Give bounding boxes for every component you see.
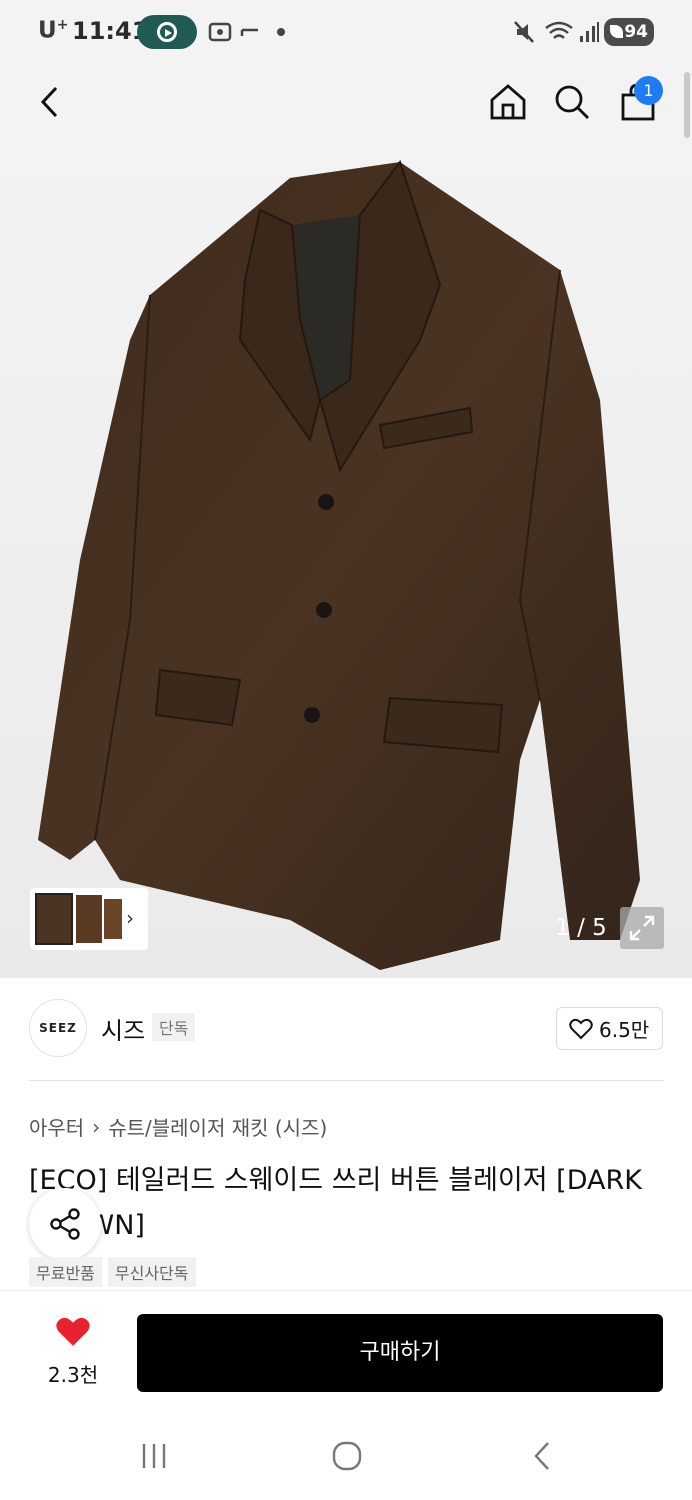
- thumbnail-image[interactable]: [35, 893, 73, 945]
- product-image-gallery[interactable]: › 1 / 5: [0, 140, 692, 978]
- image-page-counter: 1 / 5: [555, 915, 607, 941]
- heart-filled-icon: [56, 1317, 90, 1346]
- mute-icon: [514, 21, 534, 43]
- media-playing-icon: [137, 15, 197, 49]
- back-button[interactable]: [22, 64, 78, 140]
- brand-logo[interactable]: SEEZ: [29, 999, 87, 1057]
- brand-row: SEEZ 시즈 단독 6.5만: [0, 998, 692, 1058]
- breadcrumb-subcategory[interactable]: 슈트/블레이저 재킷 (시즈): [108, 1112, 327, 1141]
- chevron-right-icon[interactable]: ›: [126, 906, 134, 930]
- scrollbar[interactable]: [684, 72, 690, 138]
- search-icon: [555, 85, 589, 119]
- share-icon: [50, 1208, 80, 1240]
- chevron-left-icon: [40, 86, 58, 118]
- status-bar: U+ 11:41 94: [0, 0, 692, 64]
- bottom-action-bar: 2.3천 구매하기: [0, 1290, 692, 1406]
- product-tags: 무료반품 무신사단독: [29, 1257, 196, 1287]
- tag-free-return: 무료반품: [29, 1257, 102, 1287]
- share-button[interactable]: [29, 1188, 101, 1260]
- home-circle-icon: [332, 1441, 362, 1471]
- brand-name[interactable]: 시즈: [101, 1011, 145, 1046]
- chevron-right-icon: ›: [92, 1114, 101, 1139]
- thumbnail-image[interactable]: [76, 895, 102, 943]
- thumbnail-strip[interactable]: ›: [30, 888, 148, 950]
- battery-saver-icon: [610, 25, 623, 38]
- breadcrumb-category[interactable]: 아우터: [29, 1112, 84, 1141]
- brand-like-count: 6.5만: [599, 1018, 650, 1042]
- recent-apps-icon: [142, 1444, 166, 1468]
- brand-like-button[interactable]: 6.5만: [556, 1007, 663, 1050]
- home-nav-button[interactable]: [317, 1436, 377, 1476]
- wifi-icon: [545, 21, 573, 39]
- product-title: [ECO] 테일러드 스웨이드 쓰리 버튼 블레이저 [DARK BROWN]: [29, 1165, 642, 1241]
- cart-count-badge: 1: [634, 76, 663, 105]
- product-image: [38, 159, 640, 970]
- chevron-left-icon: [534, 1442, 549, 1470]
- system-nav-bar: [0, 1406, 692, 1500]
- home-icon: [490, 84, 526, 120]
- wishlist-button[interactable]: 2.3천: [28, 1315, 118, 1387]
- back-nav-button[interactable]: [512, 1436, 572, 1476]
- heart-outline-icon: [569, 1018, 593, 1039]
- cast-icon: [240, 28, 258, 36]
- thumbnail-image[interactable]: [104, 899, 122, 939]
- battery-indicator: 94: [604, 18, 654, 46]
- buy-button[interactable]: 구매하기: [137, 1314, 663, 1392]
- cart-button[interactable]: [610, 64, 666, 140]
- recent-apps-button[interactable]: [124, 1436, 184, 1476]
- search-button[interactable]: [544, 64, 600, 140]
- carrier-label: U+: [38, 17, 69, 44]
- tag-exclusive: 무신사단독: [107, 1257, 196, 1287]
- screenshot-icon: [208, 22, 232, 42]
- expand-image-button[interactable]: [620, 907, 664, 949]
- app-header: [0, 64, 692, 140]
- home-button[interactable]: [480, 64, 536, 140]
- expand-icon: [629, 915, 655, 941]
- breadcrumb: 아우터 › 슈트/블레이저 재킷 (시즈): [29, 1112, 327, 1141]
- signal-icon: [580, 22, 599, 42]
- divider: [29, 1080, 664, 1081]
- exclusive-badge: 단독: [152, 1013, 196, 1041]
- notification-dot-icon: [277, 28, 285, 36]
- wishlist-count: 2.3천: [47, 1363, 99, 1387]
